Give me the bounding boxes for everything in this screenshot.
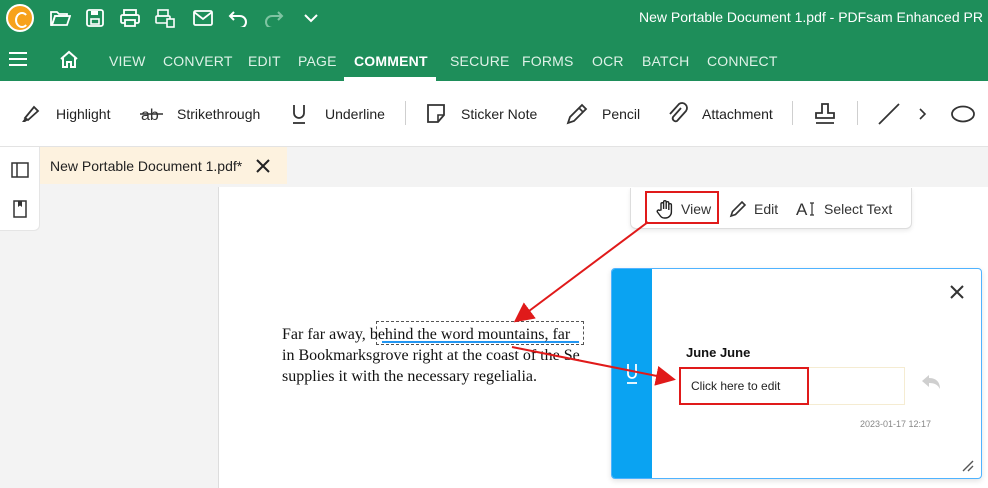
menu-batch[interactable]: BATCH bbox=[642, 53, 689, 69]
underline-type-icon bbox=[627, 364, 637, 384]
toolbar-more-button[interactable] bbox=[917, 100, 941, 128]
highlight-icon bbox=[22, 105, 40, 122]
underline-label: Underline bbox=[325, 106, 385, 122]
sticker-note-icon bbox=[427, 104, 445, 123]
window-title: New Portable Document 1.pdf - PDFsam Enh… bbox=[639, 9, 983, 25]
text-cursor-icon: A bbox=[796, 200, 814, 219]
app-window: New Portable Document 1.pdf - PDFsam Enh… bbox=[0, 0, 988, 488]
chevron-down-icon[interactable] bbox=[298, 5, 324, 31]
menu-bar: VIEW CONVERT EDIT PAGE COMMENT SECURE FO… bbox=[0, 36, 988, 81]
close-tab-icon[interactable] bbox=[254, 157, 272, 180]
print-icon[interactable] bbox=[117, 5, 143, 31]
comment-type-strip bbox=[612, 269, 652, 478]
select-text-label: Select Text bbox=[824, 201, 893, 217]
scan-icon[interactable] bbox=[152, 5, 178, 31]
edit-mode-label: Edit bbox=[754, 201, 779, 217]
pencil-icon bbox=[566, 103, 588, 125]
ellipse-button[interactable] bbox=[950, 100, 988, 128]
mail-icon[interactable] bbox=[190, 5, 216, 31]
ellipse-icon bbox=[951, 105, 975, 123]
toolbar-divider bbox=[792, 101, 793, 125]
reply-icon[interactable] bbox=[920, 373, 942, 396]
doc-text-line1-start: Far far away, bbox=[282, 326, 370, 343]
line-icon bbox=[878, 103, 900, 125]
comment-timestamp: 2023-01-17 12:17 bbox=[860, 419, 932, 429]
menu-page[interactable]: PAGE bbox=[298, 53, 337, 69]
pencil-label: Pencil bbox=[602, 106, 641, 122]
doc-text-line1-end: far bbox=[548, 326, 571, 343]
annotated-text: behind the word mountains, bbox=[369, 326, 549, 343]
comment-popup[interactable]: June June Click here to edit 2023-01-17 … bbox=[611, 268, 982, 479]
strikethrough-button[interactable]: ab Strikethrough bbox=[139, 100, 260, 128]
menu-secure[interactable]: SECURE bbox=[450, 53, 510, 69]
line-button[interactable] bbox=[876, 100, 914, 128]
save-icon[interactable] bbox=[82, 5, 108, 31]
menu-comment[interactable]: COMMENT bbox=[354, 53, 428, 69]
redo-icon[interactable] bbox=[261, 5, 287, 31]
toolbar-divider bbox=[857, 101, 858, 125]
stamp-icon bbox=[815, 103, 835, 124]
home-icon[interactable] bbox=[58, 49, 80, 74]
hamburger-menu-icon[interactable] bbox=[9, 52, 27, 66]
menu-edit[interactable]: EDIT bbox=[248, 53, 281, 69]
select-text-button[interactable]: A Select Text bbox=[796, 199, 892, 219]
close-popup-icon[interactable] bbox=[948, 283, 966, 306]
title-bar: New Portable Document 1.pdf - PDFsam Enh… bbox=[0, 0, 988, 36]
svg-text:ab: ab bbox=[141, 107, 159, 124]
bookmark-icon[interactable] bbox=[11, 200, 29, 218]
view-highlight-box bbox=[645, 191, 719, 224]
left-panel-rail bbox=[0, 147, 40, 231]
edit-mode-button[interactable]: Edit bbox=[728, 199, 778, 219]
menu-ocr[interactable]: OCR bbox=[592, 53, 624, 69]
highlight-label: Highlight bbox=[56, 106, 111, 122]
resize-grip-icon[interactable] bbox=[960, 458, 974, 477]
menu-convert[interactable]: CONVERT bbox=[163, 53, 233, 69]
undo-icon[interactable] bbox=[225, 5, 251, 31]
strikethrough-icon: ab bbox=[140, 107, 163, 124]
comment-input[interactable]: Click here to edit bbox=[679, 367, 809, 405]
document-body: Far far away, behind the word mountains,… bbox=[282, 324, 580, 387]
menu-forms[interactable]: FORMS bbox=[522, 53, 574, 69]
menu-connect[interactable]: CONNECT bbox=[707, 53, 778, 69]
doc-text-line2: in Bookmarksgrove right at the coast of … bbox=[282, 347, 580, 364]
comment-author: June June bbox=[686, 345, 751, 360]
pen-icon bbox=[729, 200, 747, 218]
doc-text-line3: supplies it with the necessary regeliali… bbox=[282, 368, 538, 385]
open-folder-icon[interactable] bbox=[47, 5, 73, 31]
document-tab-label: New Portable Document 1.pdf* bbox=[50, 158, 243, 174]
highlight-button[interactable]: Highlight bbox=[18, 100, 110, 128]
attachment-button[interactable]: Attachment bbox=[664, 100, 773, 128]
toolbar-divider bbox=[405, 101, 406, 125]
stamp-button[interactable] bbox=[812, 100, 850, 128]
app-logo-icon[interactable] bbox=[6, 4, 34, 32]
strikethrough-label: Strikethrough bbox=[177, 106, 261, 122]
comment-toolbar: Highlight ab Strikethrough Underline Sti… bbox=[0, 81, 988, 147]
panel-toggle-icon[interactable] bbox=[11, 161, 29, 179]
chevron-right-icon bbox=[919, 108, 927, 120]
underline-button[interactable]: Underline bbox=[289, 100, 385, 128]
attachment-label: Attachment bbox=[702, 106, 773, 122]
underline-icon bbox=[293, 105, 305, 124]
pencil-button[interactable]: Pencil bbox=[564, 100, 640, 128]
sticker-note-button[interactable]: Sticker Note bbox=[425, 100, 537, 128]
document-tab[interactable]: New Portable Document 1.pdf* bbox=[40, 147, 287, 184]
menu-view[interactable]: VIEW bbox=[109, 53, 146, 69]
svg-text:A: A bbox=[796, 200, 808, 219]
sticker-note-label: Sticker Note bbox=[461, 106, 538, 122]
paperclip-icon bbox=[669, 102, 688, 123]
